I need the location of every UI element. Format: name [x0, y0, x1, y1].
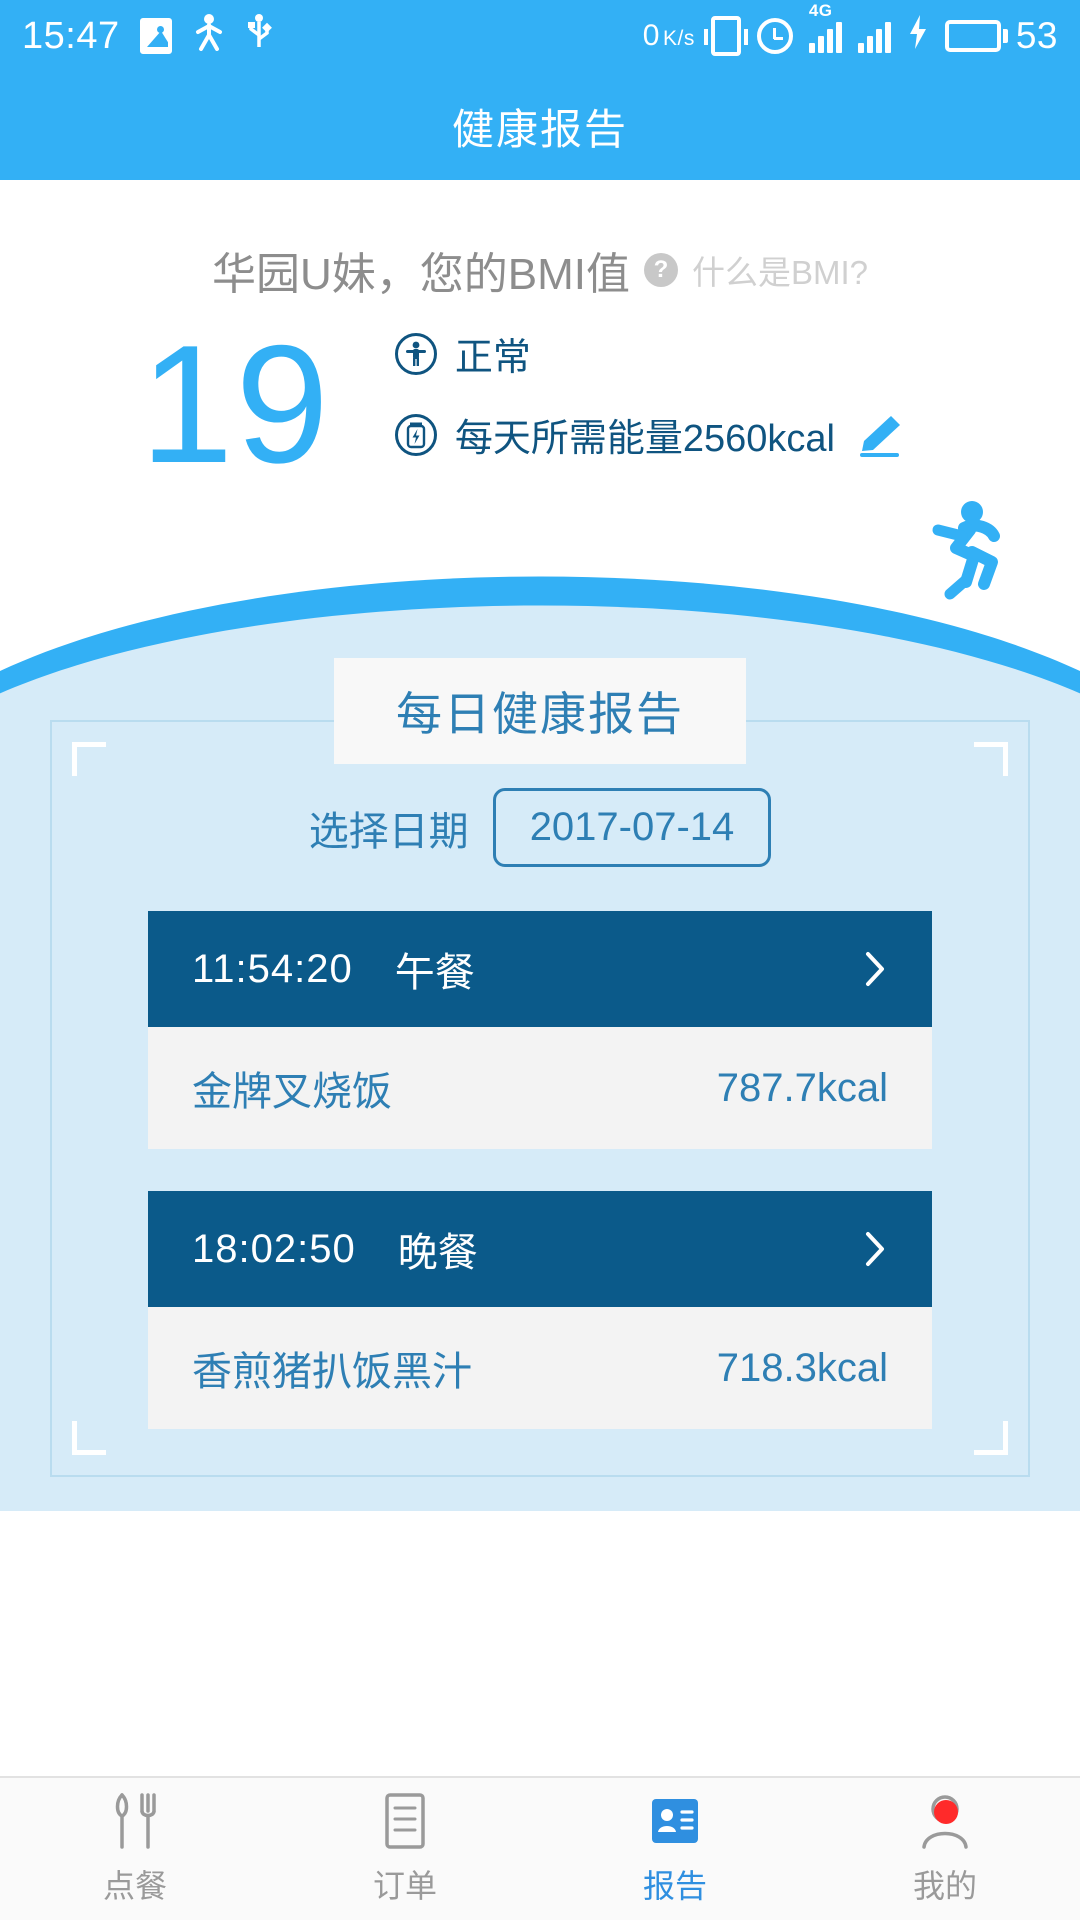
bmi-status-text: 正常	[454, 337, 531, 379]
app-bar: 健康报告	[0, 72, 1080, 180]
alarm-clock-icon	[756, 18, 793, 54]
battery-level: 53	[1015, 15, 1058, 56]
date-selector-label: 选择日期	[308, 809, 469, 854]
tab-orders[interactable]: 订单	[270, 1778, 540, 1920]
meal-header[interactable]: 18:02:50 晚餐	[148, 1191, 932, 1307]
body-figure-icon	[394, 332, 437, 375]
list-icon	[380, 1791, 430, 1851]
tab-label: 报告	[642, 1868, 707, 1904]
tab-label: 点餐	[102, 1868, 167, 1904]
battery-energy-icon	[394, 413, 437, 456]
meal-item-row: 金牌叉烧饭 787.7kcal	[148, 1027, 932, 1149]
chevron-right-icon	[864, 949, 888, 989]
bmi-greeting-row: 华园U妹，您的BMI值 ? 什么是BMI?	[0, 238, 1080, 302]
date-selector-row: 选择日期 2017-07-14	[148, 788, 932, 867]
chevron-right-icon	[864, 1229, 888, 1269]
cutlery-icon	[108, 1791, 162, 1851]
bmi-hero: 华园U妹，您的BMI值 ? 什么是BMI? 19 正常 每天所需能量2560kc…	[0, 180, 1080, 700]
runner-icon	[920, 500, 1008, 605]
what-is-bmi-link[interactable]: 什么是BMI?	[692, 246, 868, 294]
edit-pencil-icon[interactable]	[853, 413, 905, 457]
meal-item-name: 香煎猪扒饭黑汁	[192, 1350, 472, 1394]
meal-item-name: 金牌叉烧饭	[192, 1070, 392, 1114]
vibrate-icon	[703, 16, 748, 56]
tab-profile[interactable]: 我的	[810, 1778, 1080, 1920]
meal-item-kcal: 787.7kcal	[716, 1065, 888, 1110]
question-mark-icon: ?	[643, 253, 678, 287]
person-icon	[192, 13, 226, 60]
report-content: 选择日期 2017-07-14 11:54:20 午餐 金牌叉烧饭 787.7k…	[0, 788, 1080, 1429]
page-title: 健康报告	[451, 105, 628, 153]
meal-item-row: 香煎猪扒饭黑汁 718.3kcal	[148, 1307, 932, 1429]
network-speed-value: 0	[642, 19, 660, 52]
panel-title-wrap: 每日健康报告	[0, 658, 1080, 764]
signal-4g-label: 4G	[808, 1, 833, 20]
bmi-energy-row: 每天所需能量2560kcal	[394, 407, 905, 462]
meal-name: 晚餐	[397, 1231, 478, 1275]
bmi-energy-text: 每天所需能量2560kcal	[454, 418, 835, 460]
notification-badge-dot	[934, 1800, 958, 1824]
meal-name: 午餐	[394, 951, 475, 995]
status-bar-left: 15:47	[22, 13, 272, 60]
signal-icon	[857, 19, 891, 53]
meal-time: 18:02:50	[192, 1226, 356, 1271]
bmi-status-row: 正常	[394, 326, 905, 381]
bmi-greeting: 华园U妹，您的BMI值	[211, 250, 630, 299]
charging-bolt-icon	[907, 14, 929, 59]
network-speed: 0 K/s	[643, 19, 695, 53]
bottom-tab-bar: 点餐 订单 报告 我的	[0, 1776, 1080, 1920]
tab-label: 订单	[372, 1868, 437, 1904]
signal-4g-icon: 4G	[808, 1, 842, 53]
panel-title: 每日健康报告	[334, 658, 746, 764]
tab-label: 我的	[912, 1868, 977, 1904]
daily-report-panel: 每日健康报告 选择日期 2017-07-14 11:54:20 午餐 金牌叉烧饭…	[0, 658, 1080, 1511]
battery-icon: 53	[944, 15, 1058, 57]
meal-block: 11:54:20 午餐 金牌叉烧饭 787.7kcal	[148, 911, 932, 1149]
report-card-icon	[648, 1791, 702, 1851]
status-bar: 15:47 0 K/s 4G 53	[0, 0, 1080, 72]
bmi-details: 正常 每天所需能量2560kcal	[394, 326, 905, 488]
meal-time: 11:54:20	[192, 946, 353, 991]
meal-header[interactable]: 11:54:20 午餐	[148, 911, 932, 1027]
bmi-value-row: 19 正常 每天所需能量2560kcal	[0, 320, 1080, 488]
status-bar-right: 0 K/s 4G 53	[643, 1, 1058, 59]
bmi-value: 19	[140, 310, 331, 498]
status-time: 15:47	[22, 15, 120, 57]
meal-block: 18:02:50 晚餐 香煎猪扒饭黑汁 718.3kcal	[148, 1191, 932, 1429]
date-selector-value[interactable]: 2017-07-14	[492, 788, 772, 867]
tab-report[interactable]: 报告	[540, 1778, 810, 1920]
network-speed-unit: K/s	[662, 27, 695, 50]
tab-order-food[interactable]: 点餐	[0, 1778, 270, 1920]
gallery-icon	[139, 18, 172, 54]
meal-item-kcal: 718.3kcal	[716, 1345, 888, 1390]
usb-icon	[246, 13, 272, 60]
